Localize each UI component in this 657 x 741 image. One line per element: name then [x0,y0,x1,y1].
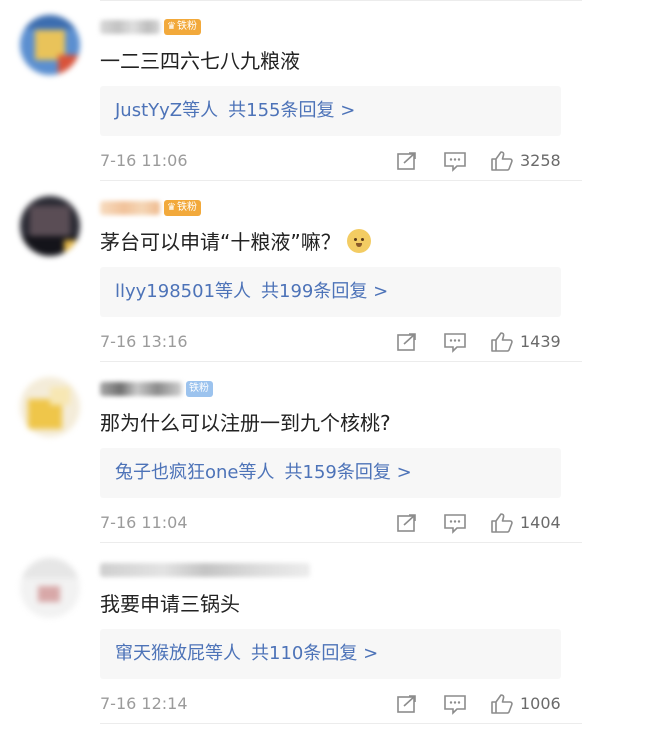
comment-item: 我要申请三锅头 窜天猴放屁等人 共110条回复 > 7-16 12:14 1006 [0,543,657,724]
reply-users[interactable]: JustYyZ [115,100,182,121]
comment-meta: 7-16 13:16 1439 [100,329,561,355]
timestamp: 7-16 13:16 [100,332,188,351]
username-row: ♛ 铁粉 [100,16,201,38]
timestamp: 7-16 11:04 [100,513,188,532]
forward-icon[interactable] [396,512,418,538]
comment-text: 我要申请三锅头 [100,592,240,616]
forward-icon[interactable] [396,331,418,357]
comment-meta: 7-16 12:14 1006 [100,691,561,717]
comment-item: ♛ 铁粉 一二三四六七八九粮液 JustYyZ等人 共155条回复 > 7-16 … [0,0,657,181]
comment-icon[interactable] [443,693,467,719]
replies-summary[interactable]: JustYyZ等人 共155条回复 > [100,86,561,136]
comment-icon[interactable] [443,331,467,357]
forward-icon[interactable] [396,693,418,719]
username-row: 铁粉 [100,378,213,400]
like-button[interactable]: 1006 [490,693,561,715]
username-blurred[interactable] [100,563,310,577]
thumbs-up-icon [491,332,513,352]
username-blurred[interactable] [100,382,182,396]
reply-users[interactable]: llyy198501 [115,281,215,302]
comment-meta: 7-16 11:06 3258 [100,148,561,174]
reply-count[interactable]: 共110条回复 > [251,643,378,664]
timestamp: 7-16 12:14 [100,694,188,713]
forward-icon[interactable] [396,150,418,176]
reply-count[interactable]: 共159条回复 > [285,462,412,483]
fan-badge: 铁粉 [186,381,213,397]
replies-summary[interactable]: llyy198501等人 共199条回复 > [100,267,561,317]
replies-summary[interactable]: 兔子也疯狂one等人 共159条回复 > [100,448,561,498]
reply-count[interactable]: 共199条回复 > [261,281,388,302]
like-count: 1404 [520,513,561,532]
avatar[interactable] [20,15,80,75]
fan-badge: ♛ 铁粉 [164,19,201,35]
doge-emoji-icon [346,229,371,253]
comment-item: ♛ 铁粉 茅台可以申请“十粮液”嘛？ llyy198501等人 共199条回复 >… [0,181,657,362]
thumbs-up-icon [491,513,513,533]
like-button[interactable]: 1439 [490,331,561,353]
comment-feed: ♛ 铁粉 一二三四六七八九粮液 JustYyZ等人 共155条回复 > 7-16 … [0,0,657,741]
comment-text: 一二三四六七八九粮液 [100,49,300,73]
comment-item: 铁粉 那为什么可以注册一到九个核桃? 兔子也疯狂one等人 共159条回复 > 7… [0,362,657,543]
comment-icon[interactable] [443,512,467,538]
reply-users[interactable]: 窜天猴放屁 [115,643,205,664]
thumbs-up-icon [491,694,513,714]
timestamp: 7-16 11:06 [100,151,188,170]
avatar[interactable] [20,196,80,256]
username-blurred[interactable] [100,20,160,34]
crown-icon: ♛ [167,202,176,213]
crown-icon: ♛ [167,21,176,32]
thumbs-up-icon [491,151,513,171]
divider [100,723,582,724]
comment-icon[interactable] [443,150,467,176]
like-button[interactable]: 3258 [490,150,561,172]
username-blurred[interactable] [100,201,160,215]
fan-badge: ♛ 铁粉 [164,200,201,216]
username-row [100,559,310,581]
avatar[interactable] [20,558,80,618]
username-row: ♛ 铁粉 [100,197,201,219]
comment-text: 茅台可以申请“十粮液”嘛？ [100,227,371,257]
like-count: 1006 [520,694,561,713]
reply-users[interactable]: 兔子也疯狂one [115,462,239,483]
like-count: 1439 [520,332,561,351]
like-count: 3258 [520,151,561,170]
avatar[interactable] [20,377,80,437]
replies-summary[interactable]: 窜天猴放屁等人 共110条回复 > [100,629,561,679]
comment-text: 那为什么可以注册一到九个核桃? [100,411,391,435]
like-button[interactable]: 1404 [490,512,561,534]
reply-count[interactable]: 共155条回复 > [228,100,355,121]
comment-meta: 7-16 11:04 1404 [100,510,561,536]
